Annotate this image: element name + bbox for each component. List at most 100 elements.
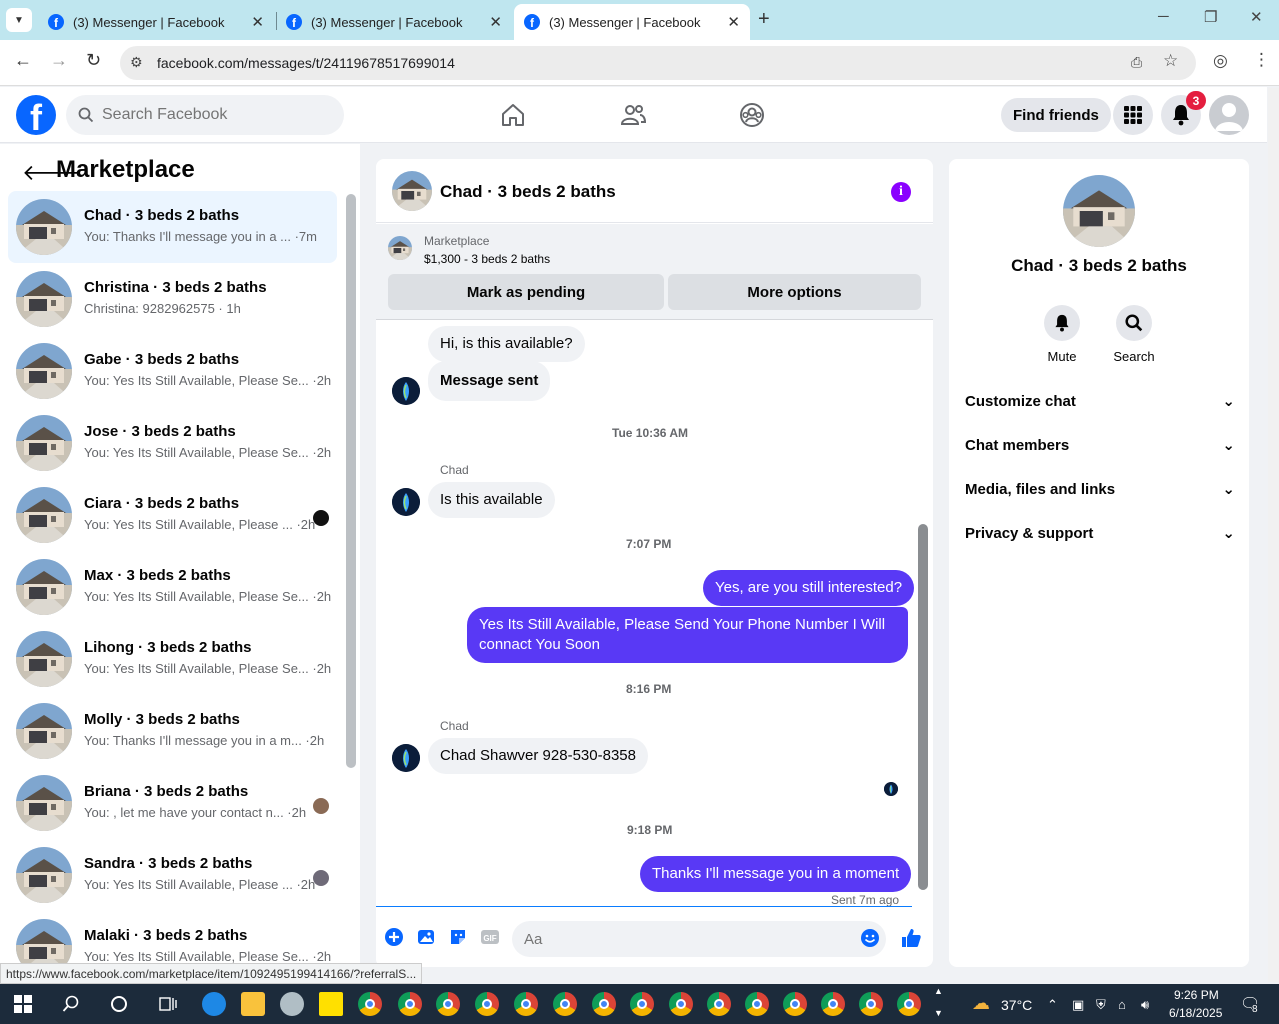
chrome-icon[interactable] [859, 992, 883, 1016]
plus-icon[interactable] [384, 927, 404, 947]
conversation-item[interactable]: Ciara · 3 beds 2 baths You: Yes Its Still… [8, 479, 337, 551]
clock-date[interactable]: 6/18/2025 [1169, 1006, 1222, 1020]
conversation-item[interactable]: Sandra · 3 beds 2 baths You: Yes Its Stil… [8, 839, 337, 911]
file-explorer-icon[interactable] [241, 992, 265, 1016]
chrome-icon[interactable] [745, 992, 769, 1016]
chat-avatar[interactable] [392, 171, 432, 211]
site-info-icon[interactable]: ⚙ [130, 54, 143, 71]
network-icon[interactable]: ⌂ [1118, 997, 1126, 1012]
conversation-item[interactable]: Gabe · 3 beds 2 baths You: Yes Its Still … [8, 335, 337, 407]
friends-icon[interactable] [619, 101, 647, 129]
chrome-icon[interactable] [436, 992, 460, 1016]
conversation-item[interactable]: Lihong · 3 beds 2 baths You: Yes Its Stil… [8, 623, 337, 695]
privacy-support-row[interactable]: Privacy & support ⌄ [965, 515, 1235, 551]
app-icon[interactable] [280, 992, 304, 1016]
account-avatar[interactable] [1209, 95, 1249, 135]
reload-icon[interactable]: ↻ [86, 50, 101, 71]
photo-icon[interactable] [416, 927, 436, 947]
contact-avatar[interactable] [1063, 175, 1135, 247]
facebook-logo-icon[interactable]: f [16, 95, 56, 135]
chrome-icon[interactable] [553, 992, 577, 1016]
chrome-icon[interactable] [514, 992, 538, 1016]
message-input[interactable] [512, 921, 886, 957]
chrome-icon[interactable] [821, 992, 845, 1016]
browser-tab[interactable]: f (3) Messenger | Facebook ✕ [38, 4, 274, 40]
sticky-notes-icon[interactable] [319, 992, 343, 1016]
menu-grid-button[interactable] [1113, 95, 1153, 135]
conversation-item[interactable]: Jose · 3 beds 2 baths You: Yes Its Still … [8, 407, 337, 479]
chrome-icon[interactable] [592, 992, 616, 1016]
conversation-item[interactable]: Briana · 3 beds 2 baths You: , let me hav… [8, 767, 337, 839]
mark-as-pending-button[interactable]: Mark as pending [388, 274, 664, 310]
page-scrollbar[interactable] [1268, 88, 1279, 982]
chrome-icon[interactable] [630, 992, 654, 1016]
sticker-icon[interactable] [448, 927, 468, 947]
windows-start-icon[interactable] [14, 995, 32, 1013]
minimize-icon[interactable]: ─ [1158, 8, 1169, 25]
customize-chat-row[interactable]: Customize chat ⌄ [965, 383, 1235, 419]
thumbs-up-icon[interactable] [900, 927, 922, 949]
conversation-item[interactable]: Molly · 3 beds 2 baths You: Thanks I'll m… [8, 695, 337, 767]
conversation-name: Molly · 3 beds 2 baths [84, 711, 240, 728]
browser-tab-active[interactable]: f (3) Messenger | Facebook ✕ [514, 4, 750, 40]
taskbar-scroll-down-icon[interactable]: ▼ [934, 1008, 943, 1018]
conversation-item[interactable]: Max · 3 beds 2 baths You: Yes Its Still A… [8, 551, 337, 623]
weather-temperature[interactable]: 37°C [1001, 997, 1032, 1013]
install-app-icon[interactable]: ⎙ [1131, 54, 1142, 71]
facebook-search-box[interactable] [66, 95, 344, 135]
address-bar[interactable]: facebook.com/messages/t/2411967851769901… [120, 46, 1196, 80]
listing-price[interactable]: $1,300 - 3 beds 2 baths [424, 252, 550, 266]
browser-menu-icon[interactable]: ⋮ [1253, 50, 1270, 70]
tab-search-button[interactable]: ▼ [6, 8, 32, 32]
more-options-button[interactable]: More options [668, 274, 921, 310]
find-friends-button[interactable]: Find friends [1001, 98, 1111, 132]
forward-icon[interactable]: → [50, 50, 68, 71]
message-bubble-incoming: Hi, is this available? [428, 326, 585, 362]
chrome-icon[interactable] [783, 992, 807, 1016]
chrome-icon[interactable] [475, 992, 499, 1016]
tab-close-icon[interactable]: ✕ [489, 13, 502, 31]
chrome-icon[interactable] [669, 992, 693, 1016]
tab-close-icon[interactable]: ✕ [251, 13, 264, 31]
tab-close-icon[interactable]: ✕ [727, 13, 740, 31]
info-icon[interactable]: i [891, 182, 911, 202]
cortana-icon[interactable] [110, 995, 128, 1013]
edge-icon[interactable] [202, 992, 226, 1016]
conversation-item[interactable]: Christina · 3 beds 2 baths Christina: 928… [8, 263, 337, 335]
chrome-icon[interactable] [398, 992, 422, 1016]
profile-icon[interactable]: ◎ [1213, 51, 1228, 71]
restore-icon[interactable]: ❐ [1204, 8, 1217, 26]
conversation-avatar [16, 631, 72, 687]
conversation-item[interactable]: Chad · 3 beds 2 baths You: Thanks I'll me… [8, 191, 337, 263]
mute-button[interactable]: Mute [1032, 305, 1092, 364]
listing-thumbnail[interactable] [388, 236, 412, 260]
emoji-icon[interactable] [860, 928, 880, 948]
new-tab-button[interactable]: + [758, 8, 770, 31]
chat-scrollbar[interactable] [918, 524, 928, 890]
security-icon[interactable]: ⛨ [1096, 997, 1106, 1013]
search-icon[interactable] [62, 995, 80, 1013]
clock-time[interactable]: 9:26 PM [1174, 988, 1219, 1002]
conversation-list-scrollbar[interactable] [346, 194, 356, 768]
home-icon[interactable] [499, 101, 527, 129]
chat-title[interactable]: Chad · 3 beds 2 baths [440, 182, 616, 202]
task-view-icon[interactable] [158, 995, 178, 1013]
media-files-links-row[interactable]: Media, files and links ⌄ [965, 471, 1235, 507]
chrome-icon[interactable] [358, 992, 382, 1016]
conversation-item[interactable]: Malaki · 3 beds 2 baths You: Yes Its Stil… [8, 911, 337, 966]
browser-tab[interactable]: f (3) Messenger | Facebook ✕ [276, 4, 512, 40]
search-conversation-button[interactable]: Search [1104, 305, 1164, 364]
groups-icon[interactable] [738, 101, 766, 129]
chrome-icon[interactable] [707, 992, 731, 1016]
close-window-icon[interactable]: ✕ [1250, 8, 1263, 26]
bookmark-star-icon[interactable]: ☆ [1163, 51, 1178, 71]
search-input[interactable] [102, 106, 322, 124]
back-icon[interactable]: ← [14, 50, 32, 71]
volume-icon[interactable]: 🔊︎ [1141, 997, 1149, 1013]
taskbar-scroll-up-icon[interactable]: ▲ [934, 986, 943, 996]
chat-members-row[interactable]: Chat members ⌄ [965, 427, 1235, 463]
chevron-up-icon[interactable]: ⌃ [1047, 997, 1058, 1013]
meet-now-icon[interactable]: ▣ [1072, 997, 1084, 1013]
chrome-icon[interactable] [897, 992, 921, 1016]
gif-icon[interactable]: GIF [480, 927, 500, 947]
